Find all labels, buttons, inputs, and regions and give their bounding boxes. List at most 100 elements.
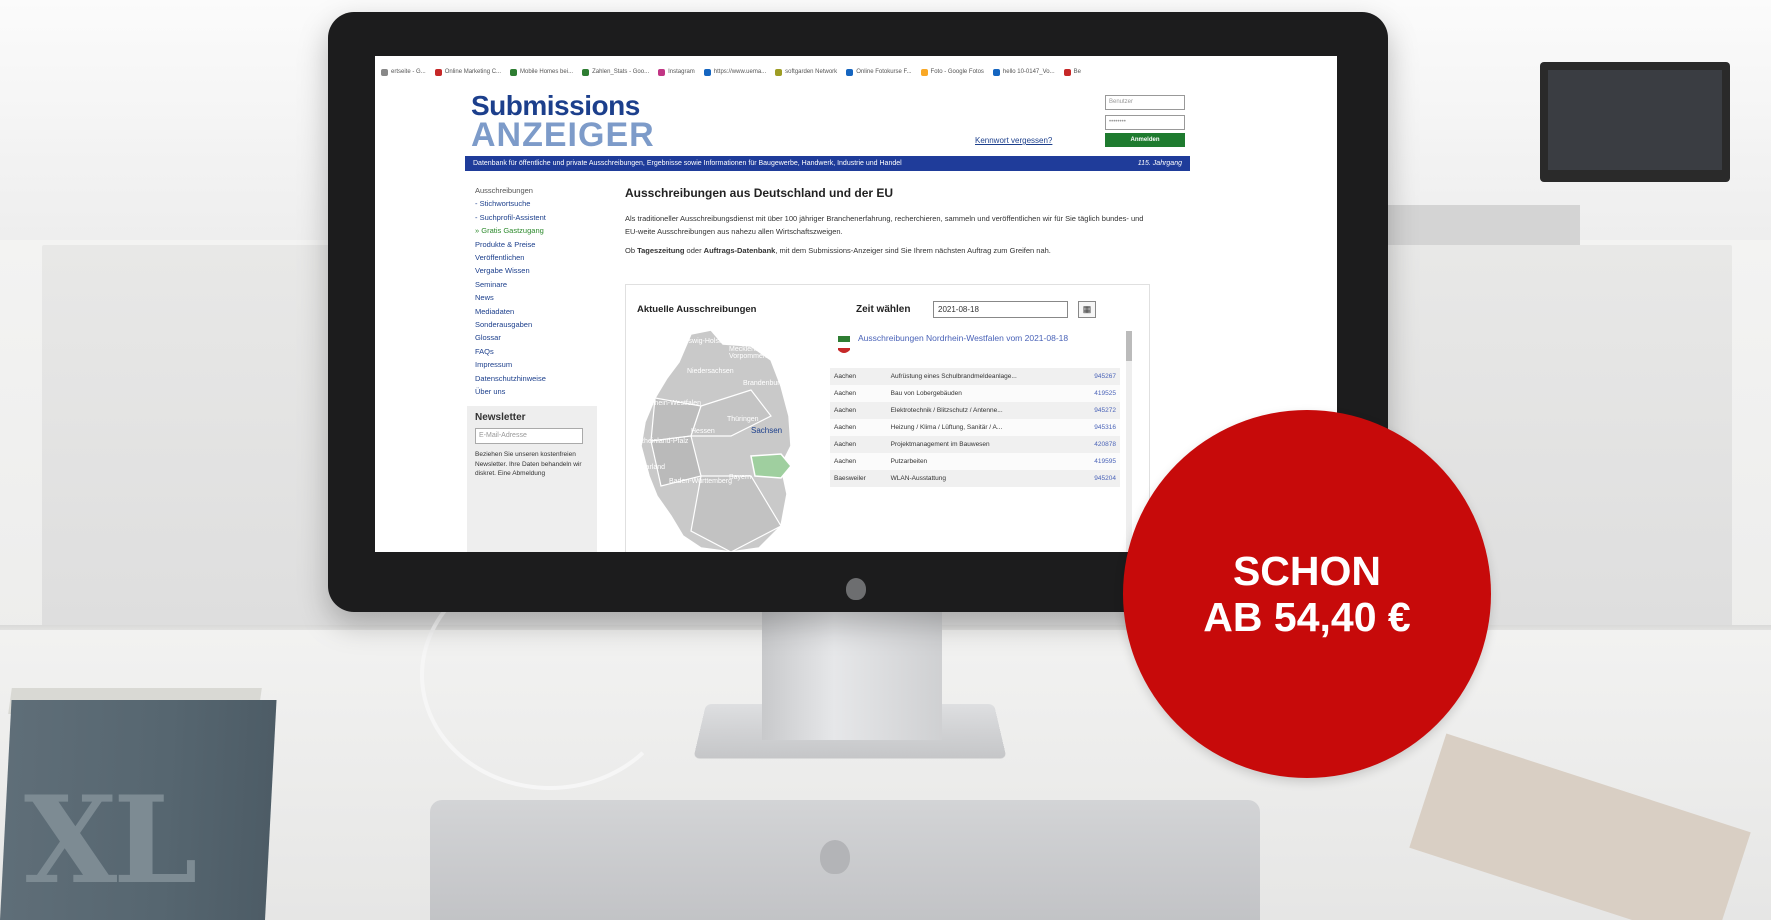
monitor-stand <box>762 600 942 740</box>
login-button[interactable]: Anmelden <box>1105 133 1185 147</box>
map-region-label[interactable]: Saarland <box>637 464 665 471</box>
newsletter-title: Newsletter <box>475 412 526 423</box>
table-row[interactable]: Aachen Putzarbeiten 419595 <box>830 453 1120 470</box>
forgot-password-link[interactable]: Kennwort vergessen? <box>975 136 1052 145</box>
tender-id[interactable]: 945272 <box>1077 402 1120 419</box>
tender-title: Putzarbeiten <box>886 453 1078 470</box>
newsletter-box: Newsletter E-Mail-Adresse Beziehen Sie u… <box>467 406 597 552</box>
nav-item[interactable]: Mediadaten <box>475 305 605 318</box>
bookmark-favicon-icon <box>992 68 1000 76</box>
password-input[interactable]: •••••••• <box>1105 115 1185 130</box>
nav-item[interactable]: Seminare <box>475 278 605 291</box>
list-scrollbar-thumb[interactable] <box>1126 331 1132 361</box>
map-region-label[interactable]: Nordrhein-Westfalen <box>637 400 701 407</box>
bookmark-favicon-icon <box>703 68 711 76</box>
price-badge-line1: SCHON <box>1232 548 1382 594</box>
background-monitor-screen <box>1548 70 1722 170</box>
tenders-table: Aachen Aufrüstung eines Schulbrandmeldean… <box>830 368 1120 487</box>
price-badge: SCHON AB 54,40 € <box>1123 410 1491 778</box>
table-row[interactable]: Aachen Heizung / Klima / Lüftung, Sanitär… <box>830 419 1120 436</box>
bookmark-label: Foto - Google Fotos <box>930 69 984 75</box>
bookmark-label: hello 10-0147_Vo... <box>1002 69 1055 75</box>
map-region-label[interactable]: Brandenburg <box>743 380 783 387</box>
tender-city: Aachen <box>830 402 887 419</box>
nav-item[interactable]: - Stichwortsuche <box>475 197 605 210</box>
tender-id[interactable]: 419525 <box>1077 385 1120 402</box>
nav-item[interactable]: News <box>475 291 605 304</box>
bookmark-item[interactable]: Foto - Google Fotos <box>920 68 984 76</box>
nav-item[interactable]: Datenschutzhinweise <box>475 372 605 385</box>
tender-id[interactable]: 945267 <box>1077 368 1120 385</box>
bookmark-item[interactable]: Mobile Homes bei... <box>510 68 573 76</box>
laptop-logo-icon <box>820 840 850 874</box>
bookmark-item[interactable]: ertseite - G... <box>381 68 426 76</box>
nav-item[interactable]: Impressum <box>475 358 605 371</box>
nav-item[interactable]: Veröffentlichen <box>475 251 605 264</box>
tender-city: Baesweiler <box>830 470 887 487</box>
tender-id[interactable]: 945204 <box>1077 470 1120 487</box>
bookmark-item[interactable]: Online Fotokurse F... <box>846 68 912 76</box>
nav-item[interactable]: FAQs <box>475 345 605 358</box>
bookmark-item[interactable]: softgarden Network <box>775 68 838 76</box>
left-navigation: Ausschreibungen - Stichwortsuche - Suchpro… <box>475 184 605 399</box>
nav-item[interactable]: Glossar <box>475 331 605 344</box>
bookmark-item[interactable]: Be <box>1063 68 1081 76</box>
tender-title: Heizung / Klima / Lüftung, Sanitär / A..… <box>886 419 1078 436</box>
nav-item[interactable]: Vergabe Wissen <box>475 264 605 277</box>
nav-item[interactable]: » Gratis Gastzugang <box>475 224 605 237</box>
bookmark-favicon-icon <box>846 68 854 76</box>
nav-item[interactable]: Sonderausgaben <box>475 318 605 331</box>
map-region-label[interactable]: Baden-Württemberg <box>669 478 732 485</box>
bookmark-favicon-icon <box>510 68 518 76</box>
site-tagline-bar: Datenbank für öffentliche und private Au… <box>465 156 1190 171</box>
bookmark-label: Be <box>1073 69 1081 75</box>
germany-map[interactable]: Schleswig-Holstein Mecklenburg-Vorpommern… <box>631 326 801 552</box>
map-region-label[interactable]: Mecklenburg-Vorpommern <box>729 346 801 360</box>
table-row[interactable]: Aachen Bau von Lobergebäuden 419525 <box>830 385 1120 402</box>
nav-item[interactable]: Über uns <box>475 385 605 398</box>
region-tenders-link[interactable]: Ausschreibungen Nordrhein-Westfalen vom … <box>858 332 1098 345</box>
map-region-label[interactable]: Rheinland-Pfalz <box>639 438 688 445</box>
nav-item[interactable]: Ausschreibungen <box>475 184 605 197</box>
map-region-label[interactable]: Niedersachsen <box>687 368 734 375</box>
tender-id[interactable]: 420878 <box>1077 436 1120 453</box>
bookmark-item[interactable]: hello 10-0147_Vo... <box>992 68 1055 76</box>
tender-id[interactable]: 945316 <box>1077 419 1120 436</box>
nav-item[interactable]: - Suchprofil-Assistent <box>475 211 605 224</box>
bookmark-item[interactable]: Instagram <box>658 68 695 76</box>
tender-title: Projektmanagement im Bauwesen <box>886 436 1078 453</box>
nav-item[interactable]: Produkte & Preise <box>475 238 605 251</box>
map-region-label[interactable]: Sachsen <box>751 426 782 435</box>
nrw-coat-of-arms-icon <box>838 336 850 353</box>
bookmark-favicon-icon <box>434 68 442 76</box>
tender-title: Elektrotechnik / Blitzschutz / Antenne..… <box>886 402 1078 419</box>
username-input[interactable]: Benutzer <box>1105 95 1185 110</box>
bookmark-item[interactable]: Zahlen_Stats - Goo... <box>582 68 649 76</box>
office-scene: XL ertseite - G... Online Marketing C... M… <box>0 0 1771 920</box>
bookmark-favicon-icon <box>775 68 783 76</box>
bookmark-item[interactable]: https://www.uema... <box>703 68 766 76</box>
map-region-label[interactable]: Hessen <box>691 428 715 435</box>
bookmarks-bar: ertseite - G... Online Marketing C... Mobi… <box>375 64 1337 80</box>
date-select-label: Zeit wählen <box>856 304 911 315</box>
intro2-part: oder <box>684 246 704 255</box>
table-row[interactable]: Aachen Aufrüstung eines Schulbrandmeldean… <box>830 368 1120 385</box>
calendar-icon[interactable]: ▦ <box>1078 301 1096 318</box>
date-input[interactable]: 2021-08-18 <box>933 301 1068 318</box>
tender-city: Aachen <box>830 385 887 402</box>
intro2-bold: Auftrags-Datenbank <box>703 246 776 255</box>
newsletter-email-input[interactable]: E-Mail-Adresse <box>475 428 583 444</box>
apple-logo-icon <box>846 578 866 600</box>
page-title: Ausschreibungen aus Deutschland und der … <box>625 186 894 200</box>
map-region-label[interactable]: Thüringen <box>727 416 759 423</box>
table-row[interactable]: Baesweiler WLAN-Ausstattung 945204 <box>830 470 1120 487</box>
tender-id[interactable]: 419595 <box>1077 453 1120 470</box>
map-region-label[interactable]: Bayern <box>729 474 751 481</box>
table-row[interactable]: Aachen Elektrotechnik / Blitzschutz / Ant… <box>830 402 1120 419</box>
bookmark-item[interactable]: Online Marketing C... <box>434 68 501 76</box>
bookmark-label: softgarden Network <box>785 69 838 75</box>
site-logo-line2[interactable]: ANZEIGER <box>471 118 655 152</box>
map-region-label[interactable]: Schleswig-Holstein <box>671 338 730 345</box>
list-scrollbar[interactable] <box>1126 331 1132 552</box>
table-row[interactable]: Aachen Projektmanagement im Bauwesen 42087… <box>830 436 1120 453</box>
